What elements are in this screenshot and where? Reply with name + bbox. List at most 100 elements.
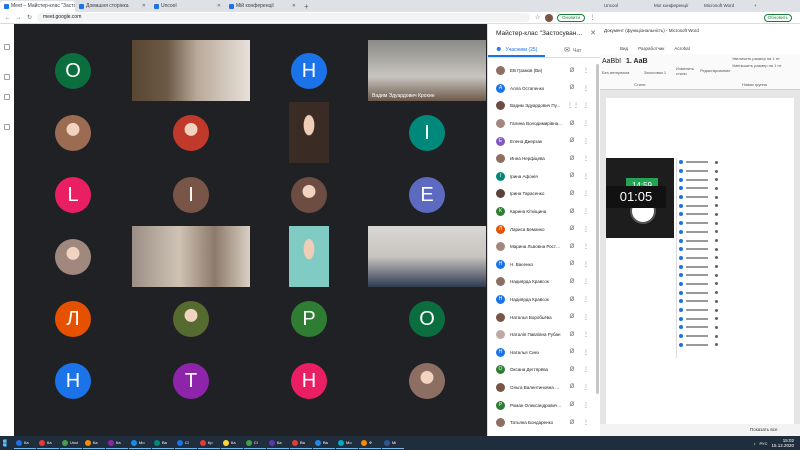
star-icon[interactable]: ☆ <box>534 14 541 21</box>
participant-tile[interactable] <box>368 350 486 411</box>
more-options-icon[interactable]: ⋮ <box>582 85 590 92</box>
browser-tab[interactable]: Uncool ✕ <box>150 1 225 12</box>
more-options-icon[interactable]: ⋮ <box>582 261 590 268</box>
word-menu-item[interactable]: Вид <box>620 44 628 54</box>
more-options-icon[interactable]: ⋮ <box>582 208 590 215</box>
browser-tab[interactable]: Мій конференції ✕ <box>225 1 300 12</box>
participant-tile[interactable]: Вадим Эдуардович Крохин <box>368 40 486 101</box>
participant-tile[interactable] <box>132 226 250 287</box>
participant-row[interactable]: Надиярда Кравсок Ø ⋮ <box>488 273 601 291</box>
participant-row[interactable]: Р Роман Олександрович... Ø ⋮ <box>488 396 601 414</box>
decrease-size-button[interactable]: Уменьшить размер на 1 пт <box>732 63 782 68</box>
close-tab-icon[interactable]: ✕ <box>292 1 296 12</box>
more-options-icon[interactable]: ⋮ <box>582 120 590 127</box>
more-options-icon[interactable]: ⋮ <box>582 173 590 180</box>
taskbar-app[interactable]: Ка <box>14 437 36 449</box>
panel-scrollbar[interactable] <box>596 64 599 394</box>
participant-row[interactable]: Н Надиярда Кравсок Ø ⋮ <box>488 291 601 309</box>
mic-on-icon[interactable]: ⋮⋮ <box>567 102 579 109</box>
participant-tile[interactable]: І <box>132 164 250 225</box>
more-options-icon[interactable]: ⋮ <box>582 296 590 303</box>
taskbar-app[interactable]: Кр <box>198 437 220 449</box>
more-options-icon[interactable]: ⋮ <box>582 314 590 321</box>
mic-off-icon[interactable]: Ø <box>567 244 577 250</box>
participant-tile[interactable] <box>14 226 132 287</box>
close-icon[interactable]: ✕ <box>590 29 596 37</box>
taskbar-app[interactable]: Мі <box>382 437 404 449</box>
participant-tile[interactable]: Н <box>250 350 368 411</box>
more-options-icon[interactable]: ⋮ <box>582 190 590 197</box>
start-button[interactable] <box>0 436 14 450</box>
participant-tile[interactable] <box>132 102 250 163</box>
mic-off-icon[interactable]: Ø <box>567 384 577 390</box>
tab-chat[interactable]: ✉ Чат <box>545 44 602 57</box>
mic-off-icon[interactable]: Ø <box>567 156 577 162</box>
style-normal[interactable]: AaBbI <box>602 58 621 65</box>
participant-row[interactable]: Ольга Валентиновна Ю... Ø ⋮ <box>488 379 601 397</box>
menu-dots-icon[interactable]: ⋮ <box>589 14 596 21</box>
bg-update-button[interactable]: Обновить <box>763 14 792 22</box>
participant-tile[interactable]: І <box>368 102 486 163</box>
mic-off-icon[interactable]: Ø <box>567 191 577 197</box>
mic-off-icon[interactable]: Ø <box>567 121 577 127</box>
mic-off-icon[interactable]: Ø <box>567 68 577 74</box>
taskbar-app[interactable]: Uncl <box>60 437 82 449</box>
mic-off-icon[interactable]: Ø <box>567 420 577 426</box>
browser-tab[interactable]: Домашня сторінка ✕ <box>75 1 150 12</box>
document-page[interactable]: 14:59 01:05 <box>606 98 794 424</box>
taskbar-app[interactable]: Ф <box>359 437 381 449</box>
participant-tile[interactable] <box>368 226 486 287</box>
url-field[interactable]: meet.google.com <box>37 13 531 22</box>
participant-row[interactable]: Татьяна Бондаренко Ø ⋮ <box>488 414 601 432</box>
participant-tile[interactable] <box>14 102 132 163</box>
participant-tile[interactable]: Р <box>250 288 368 349</box>
forward-icon[interactable]: → <box>15 15 22 21</box>
participant-tile[interactable] <box>250 164 368 225</box>
participant-row[interactable]: Е Елена Джерзак Ø ⋮ <box>488 132 601 150</box>
participant-row[interactable]: Инна Нерфіцева Ø ⋮ <box>488 150 601 168</box>
style-heading[interactable]: 1. AaB <box>626 58 648 65</box>
participant-tile[interactable] <box>250 226 368 287</box>
mic-off-icon[interactable]: Ø <box>567 367 577 373</box>
mic-off-icon[interactable]: Ø <box>567 85 577 91</box>
taskbar-app[interactable]: Ка <box>83 437 105 449</box>
participant-row[interactable]: Ірина Тарасенко Ø ⋮ <box>488 185 601 203</box>
participant-row[interactable]: О Оксана Дегтярёва Ø ⋮ <box>488 361 601 379</box>
participant-row[interactable]: Марина Львовна Росто... Ø ⋮ <box>488 238 601 256</box>
volume-icon[interactable]: ♪ <box>753 441 755 446</box>
participant-tile[interactable] <box>132 288 250 349</box>
more-options-icon[interactable]: ⋮ <box>582 331 590 338</box>
mic-off-icon[interactable]: Ø <box>567 173 577 179</box>
participant-row[interactable]: Наталья Воробьёва Ø ⋮ <box>488 308 601 326</box>
participant-tile[interactable]: О <box>14 40 132 101</box>
participant-row[interactable]: ЕВ Грамов (Ви) Ø ⋮ <box>488 62 601 80</box>
close-tab-icon[interactable]: ✕ <box>142 1 146 12</box>
participant-tile[interactable]: L <box>14 164 132 225</box>
participant-row[interactable]: К Карина Кіткіщина Ø ⋮ <box>488 203 601 221</box>
change-styles-button[interactable]: Изменить стили <box>676 66 698 76</box>
more-options-icon[interactable]: ⋮ <box>582 226 590 233</box>
participant-row[interactable]: Галина Володимирівна... Ø ⋮ <box>488 115 601 133</box>
increase-size-button[interactable]: Увеличить размер на 1 пт <box>732 56 780 61</box>
bg-browser-tab[interactable]: Uncool <box>600 0 650 12</box>
taskbar-app[interactable]: Ва <box>290 437 312 449</box>
mic-off-icon[interactable]: Ø <box>567 209 577 215</box>
reload-icon[interactable]: ↻ <box>26 14 33 21</box>
mic-off-icon[interactable]: Ø <box>567 297 577 303</box>
taskbar-app[interactable]: Мо <box>336 437 358 449</box>
participant-row[interactable]: І Ірина Афонія Ø ⋮ <box>488 168 601 186</box>
taskbar-app[interactable]: Ка <box>37 437 59 449</box>
more-options-icon[interactable]: ⋮ <box>582 102 590 109</box>
bg-browser-tab[interactable]: Microsoft Word <box>700 0 750 12</box>
taskbar-app[interactable]: Ка <box>267 437 289 449</box>
taskbar-app[interactable]: Cl <box>244 437 266 449</box>
more-options-icon[interactable]: ⋮ <box>582 243 590 250</box>
participant-tile[interactable]: О <box>368 288 486 349</box>
bg-browser-tab[interactable]: Мої конференції <box>650 0 700 12</box>
participant-tile[interactable] <box>250 102 368 163</box>
back-icon[interactable]: ← <box>4 15 11 21</box>
participant-row[interactable]: Наталія Павлівна Рубан Ø ⋮ <box>488 326 601 344</box>
more-options-icon[interactable]: ⋮ <box>582 349 590 356</box>
taskbar-app[interactable]: Ка <box>106 437 128 449</box>
mic-off-icon[interactable]: Ø <box>567 261 577 267</box>
